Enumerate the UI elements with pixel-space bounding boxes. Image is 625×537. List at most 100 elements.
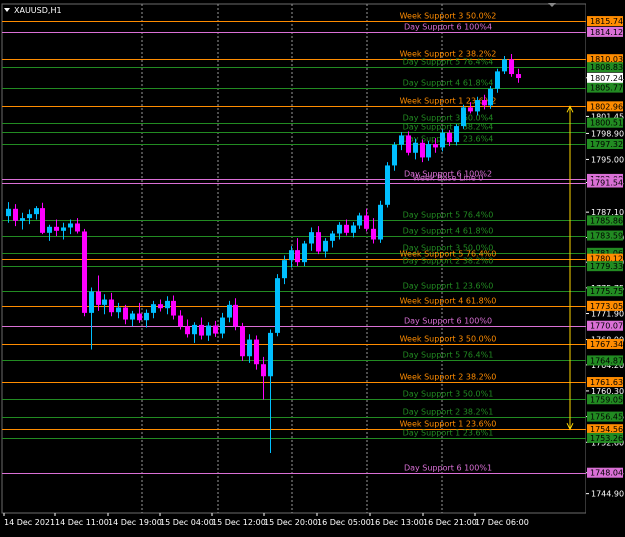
chevron-down-icon[interactable] bbox=[4, 8, 10, 12]
candle[interactable] bbox=[275, 278, 280, 333]
candle[interactable] bbox=[420, 142, 425, 158]
candle[interactable] bbox=[6, 208, 11, 217]
candle[interactable] bbox=[13, 208, 18, 221]
price-chart[interactable]: Week Support 3 50.0%2 Day Support 6 100%4… bbox=[0, 0, 625, 533]
level-price-tag-text: 1764.87 bbox=[590, 356, 623, 365]
candle[interactable] bbox=[123, 307, 128, 320]
level-label: Day Support 5 76.4%0 bbox=[403, 211, 494, 220]
candle[interactable] bbox=[227, 304, 232, 318]
candle[interactable] bbox=[261, 364, 266, 377]
candle[interactable] bbox=[392, 144, 397, 166]
chart-window[interactable]: Week Support 3 50.0%2 Day Support 6 100%4… bbox=[0, 0, 625, 533]
candle[interactable] bbox=[371, 228, 376, 240]
candle[interactable] bbox=[461, 107, 466, 127]
candle[interactable] bbox=[109, 299, 114, 313]
candle[interactable] bbox=[102, 299, 107, 305]
candle[interactable] bbox=[220, 317, 225, 334]
candle[interactable] bbox=[351, 225, 356, 233]
candle[interactable] bbox=[440, 132, 445, 148]
time-tick-label: 17 Dec 06:00 bbox=[475, 518, 529, 527]
level-label: Week Support 1 23.6%2 bbox=[400, 97, 497, 106]
candle[interactable] bbox=[516, 74, 521, 79]
candle[interactable] bbox=[137, 313, 142, 321]
candle[interactable] bbox=[282, 260, 287, 279]
candle[interactable] bbox=[96, 291, 101, 305]
candle[interactable] bbox=[75, 223, 80, 232]
candle[interactable] bbox=[213, 325, 218, 334]
candle[interactable] bbox=[433, 144, 438, 148]
level-price-tag-text: 1808.83 bbox=[590, 63, 623, 72]
level-label: Day Support 3 50.0%1 bbox=[403, 390, 494, 399]
candle[interactable] bbox=[54, 226, 59, 231]
candle[interactable] bbox=[309, 232, 314, 244]
time-tick-label: 16 Dec 13:00 bbox=[370, 518, 424, 527]
candle[interactable] bbox=[488, 88, 493, 106]
candle[interactable] bbox=[295, 250, 300, 263]
candle[interactable] bbox=[178, 315, 183, 327]
level-price-tag-text: 1791.54 bbox=[590, 179, 623, 188]
candle[interactable] bbox=[344, 224, 349, 233]
candle[interactable] bbox=[364, 215, 369, 229]
candle[interactable] bbox=[40, 208, 45, 233]
candle[interactable] bbox=[34, 208, 39, 215]
candle[interactable] bbox=[185, 326, 190, 335]
candle[interactable] bbox=[330, 233, 335, 241]
candle[interactable] bbox=[171, 300, 176, 316]
candle[interactable] bbox=[61, 227, 66, 231]
level-label: Week Support 3 50.0%0 bbox=[400, 335, 497, 344]
candle[interactable] bbox=[323, 240, 328, 252]
candle[interactable] bbox=[426, 144, 431, 158]
candle[interactable] bbox=[144, 312, 149, 321]
candle[interactable] bbox=[509, 59, 514, 75]
time-tick-label: 14 Dec 19:00 bbox=[108, 518, 162, 527]
candle[interactable] bbox=[151, 304, 156, 313]
candle[interactable] bbox=[337, 224, 342, 234]
candle[interactable] bbox=[357, 215, 362, 226]
price-tick-label: 1771.90 bbox=[591, 310, 624, 319]
candle[interactable] bbox=[240, 326, 245, 357]
candle[interactable] bbox=[268, 332, 273, 377]
candle[interactable] bbox=[447, 132, 452, 143]
candle[interactable] bbox=[413, 142, 418, 153]
candle[interactable] bbox=[502, 59, 507, 72]
candle[interactable] bbox=[468, 107, 473, 112]
candle[interactable] bbox=[27, 214, 32, 219]
candle[interactable] bbox=[116, 307, 121, 313]
candle[interactable] bbox=[158, 304, 163, 309]
candle[interactable] bbox=[199, 324, 204, 336]
level-price-tag-text: 1802.96 bbox=[590, 102, 623, 111]
level-label: Week Support 1 23.6%0 bbox=[400, 420, 497, 429]
symbol-title[interactable]: XAUUSD,H1 bbox=[4, 4, 62, 16]
level-price-tag-text: 1815.74 bbox=[590, 17, 623, 26]
candle[interactable] bbox=[47, 226, 52, 233]
candle[interactable] bbox=[130, 313, 135, 320]
candle[interactable] bbox=[20, 218, 25, 221]
candle[interactable] bbox=[192, 324, 197, 335]
level-price-tag-text: 1759.05 bbox=[590, 395, 623, 404]
candle[interactable] bbox=[289, 250, 294, 261]
level-label: Day Support 1 23.6%1 bbox=[403, 429, 494, 438]
candle[interactable] bbox=[454, 126, 459, 143]
candle[interactable] bbox=[206, 325, 211, 336]
candle[interactable] bbox=[68, 223, 73, 228]
time-tick-label: 15 Dec 12:00 bbox=[212, 518, 266, 527]
candle[interactable] bbox=[378, 204, 383, 240]
candle[interactable] bbox=[247, 339, 252, 357]
time-axis[interactable]: 14 Dec 2021 14 Dec 11:00 14 Dec 19:0015 De… bbox=[3, 513, 529, 527]
candle[interactable] bbox=[482, 100, 487, 106]
candle[interactable] bbox=[475, 100, 480, 112]
candle[interactable] bbox=[399, 135, 404, 145]
candle[interactable] bbox=[406, 135, 411, 153]
level-price-tag-text: 1797.32 bbox=[590, 140, 623, 149]
level-price-tag-text: 1773.05 bbox=[590, 302, 623, 311]
candle[interactable] bbox=[89, 291, 94, 313]
candle[interactable] bbox=[495, 71, 500, 89]
candle[interactable] bbox=[254, 339, 259, 365]
level-label: Day Support 6 100%4 bbox=[404, 23, 492, 32]
candle[interactable] bbox=[82, 231, 87, 313]
candle[interactable] bbox=[302, 243, 307, 263]
candle[interactable] bbox=[316, 232, 321, 252]
candle[interactable] bbox=[385, 165, 390, 205]
candle[interactable] bbox=[233, 304, 238, 327]
candle[interactable] bbox=[165, 300, 170, 309]
